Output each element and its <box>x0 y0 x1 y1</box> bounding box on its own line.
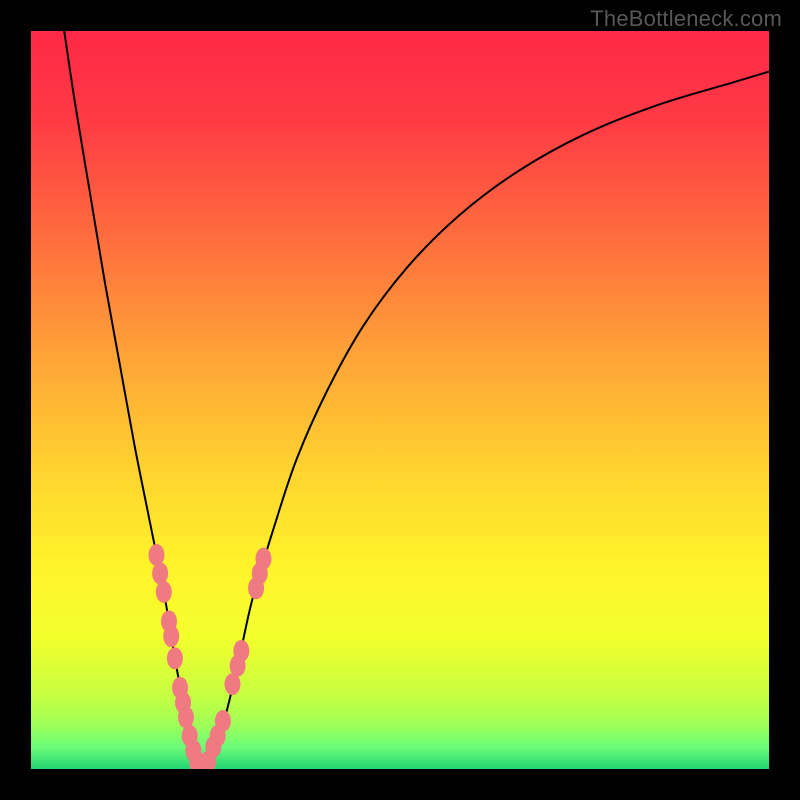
marker-point <box>152 562 168 584</box>
chart-frame: TheBottleneck.com <box>0 0 800 800</box>
marker-point <box>156 581 172 603</box>
marker-point <box>215 710 231 732</box>
data-markers <box>148 544 271 769</box>
marker-point <box>167 647 183 669</box>
marker-point <box>178 706 194 728</box>
curve-layer <box>31 31 769 769</box>
marker-point <box>148 544 164 566</box>
watermark-text: TheBottleneck.com <box>590 6 782 32</box>
marker-point <box>163 625 179 647</box>
plot-area <box>31 31 769 769</box>
marker-point <box>233 640 249 662</box>
marker-point <box>255 548 271 570</box>
